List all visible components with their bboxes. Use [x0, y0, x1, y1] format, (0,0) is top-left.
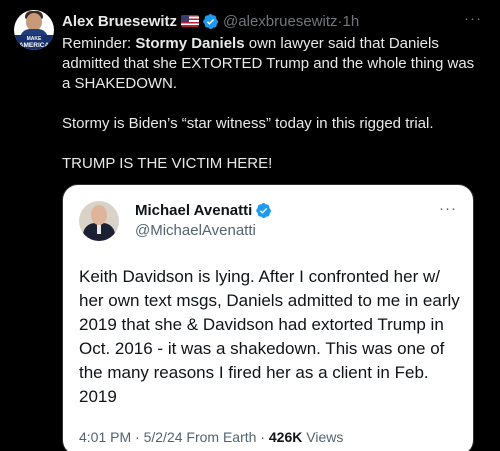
quoted-author-handle[interactable]: @MichaelAvenatti	[135, 222, 256, 239]
author-avatar[interactable]: MAKE AMERICA	[14, 10, 54, 50]
quoted-author-name-row: Michael Avenatti	[135, 202, 272, 219]
tweet-paragraph-2: Stormy is Biden’s “star witness” today i…	[62, 115, 434, 132]
quoted-verified-badge-icon[interactable]	[255, 202, 272, 219]
avatar-banner-big: AMERICA	[18, 42, 50, 49]
views-count: 426K	[268, 429, 303, 445]
quoted-tweet-date[interactable]: 5/2/24	[144, 429, 183, 445]
quoted-author-name[interactable]: Michael Avenatti	[135, 202, 252, 219]
avatar-face	[91, 205, 107, 225]
quoted-tweet-text: Keith Davidson is lying. After I confron…	[79, 267, 460, 406]
verified-badge-icon[interactable]	[202, 13, 219, 30]
avatar-banner: MAKE AMERICA	[14, 35, 54, 50]
tweet-paragraph-1: Reminder: Stormy Daniels own lawyer said…	[62, 34, 482, 94]
author-handle[interactable]: @alexbruesewitz	[223, 13, 337, 30]
quoted-tweet-source: From Earth	[186, 429, 257, 445]
quoted-more-options-icon[interactable]: ···	[439, 200, 457, 217]
quoted-author-avatar[interactable]	[79, 201, 119, 241]
tweet-paragraph-3: TRUMP IS THE VICTIM HERE!	[62, 155, 273, 172]
avatar-tie	[97, 224, 101, 234]
quoted-tweet[interactable]: Michael Avenatti @MichaelAvenatti ··· Ke…	[62, 184, 474, 451]
tweet-header: Alex Bruesewitz @alexbruesewitz · 1h	[62, 11, 359, 31]
tweet[interactable]: MAKE AMERICA Alex Bruesewitz @alexbruese…	[0, 0, 500, 451]
views-label: Views	[306, 429, 344, 445]
more-options-icon[interactable]: ···	[464, 10, 482, 27]
quoted-tweet-meta: 4:01 PM · 5/2/24 From Earth · 426K Views	[79, 429, 344, 445]
tweet-text: Reminder: Stormy Daniels own lawyer said…	[62, 34, 482, 174]
quoted-tweet-time[interactable]: 4:01 PM	[79, 429, 131, 445]
us-flag-icon	[181, 15, 200, 27]
author-name[interactable]: Alex Bruesewitz	[62, 13, 177, 30]
tweet-time[interactable]: 1h	[343, 13, 360, 30]
text-bold-name: Stormy Daniels	[135, 35, 245, 52]
text-reminder: Reminder:	[62, 35, 136, 52]
